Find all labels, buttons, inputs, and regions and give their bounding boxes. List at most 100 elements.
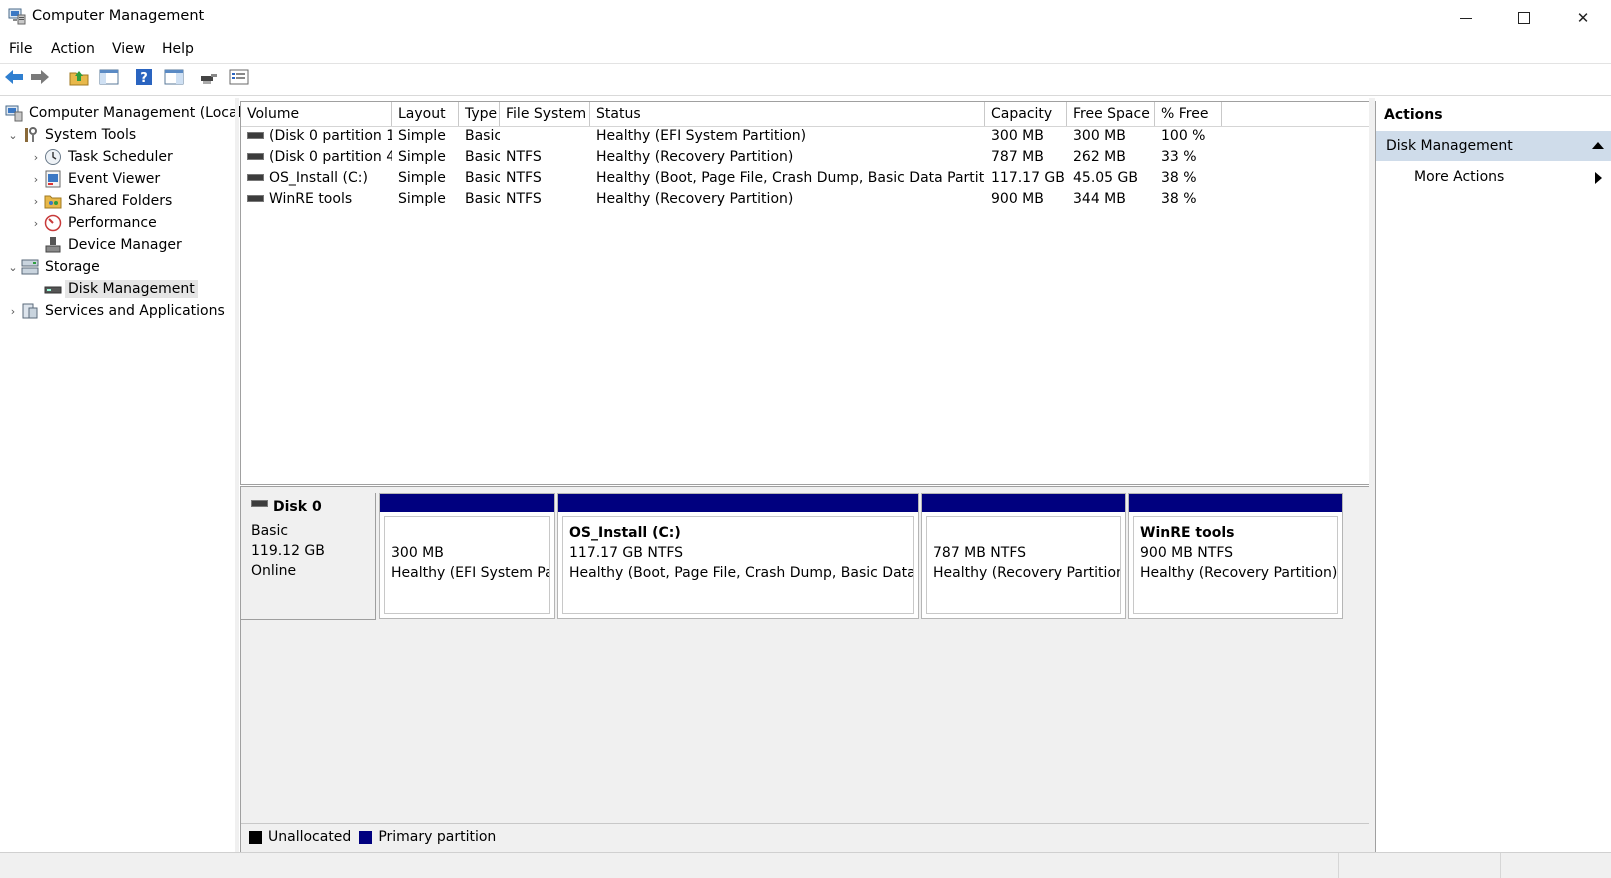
help-button[interactable]: ? (133, 68, 155, 90)
layout-cell: Simple (398, 170, 446, 186)
file-system-cell: NTFS (506, 149, 542, 165)
type-cell: Basic (465, 128, 500, 144)
column-header-percent-free[interactable]: % Free (1155, 102, 1222, 126)
device-manager-icon (43, 236, 63, 254)
pane-splitter[interactable] (235, 98, 239, 852)
menu-view[interactable]: View (112, 41, 145, 57)
tree-item-disk-management[interactable]: Disk Management (29, 278, 198, 300)
partition-recovery[interactable]: 787 MB NTFS Healthy (Recovery Partition) (921, 493, 1126, 619)
show-hide-action-pane-button[interactable] (163, 68, 185, 90)
layout-cell: Simple (398, 149, 446, 165)
volume-name: WinRE tools (269, 191, 353, 207)
tree-item-storage[interactable]: ⌄ Storage (6, 256, 100, 278)
disk-info-panel[interactable]: Disk 0 Basic 119.12 GB Online (241, 493, 376, 620)
tree-item-label: Disk Management (65, 280, 198, 298)
type-cell: Basic (465, 191, 500, 207)
maximize-icon (1518, 12, 1530, 24)
chevron-down-icon[interactable]: ⌄ (6, 261, 20, 274)
column-header-status[interactable]: Status (590, 102, 985, 126)
table-row[interactable]: OS_Install (C:) Simple Basic NTFS Health… (241, 168, 1370, 189)
back-arrow-icon (4, 69, 24, 89)
svg-text:?: ? (140, 71, 148, 86)
tree-item-computer-management[interactable]: Computer Management (Local) (4, 102, 247, 124)
volume-icon (247, 152, 264, 160)
status-cell: Healthy (Recovery Partition) (596, 191, 794, 207)
actions-section-disk-management[interactable]: Disk Management (1376, 131, 1611, 161)
table-row[interactable]: WinRE tools Simple Basic NTFS Healthy (R… (241, 189, 1370, 210)
tree-item-device-manager[interactable]: Device Manager (29, 234, 182, 256)
connect-button[interactable] (198, 68, 220, 90)
primary-partition-bar (558, 494, 918, 512)
column-header-file-system[interactable]: File System (500, 102, 590, 126)
tree-item-performance[interactable]: › Performance (29, 212, 157, 234)
free-space-cell: 45.05 GB (1073, 170, 1138, 186)
partition-winre-tools[interactable]: WinRE tools 900 MB NTFS Healthy (Recover… (1128, 493, 1343, 619)
file-system-cell (500, 126, 590, 147)
unallocated-swatch (249, 830, 262, 844)
column-header-capacity[interactable]: Capacity (985, 102, 1067, 126)
tree-item-label: Performance (68, 215, 157, 231)
status-cell: Healthy (Recovery Partition) (596, 149, 794, 165)
chevron-right-icon[interactable]: › (6, 305, 20, 318)
performance-icon (43, 214, 63, 232)
forward-button[interactable] (29, 68, 51, 90)
back-button[interactable] (3, 68, 25, 90)
tree-item-label: Storage (45, 259, 100, 275)
status-bar (0, 852, 1611, 878)
partition-size: 900 MB NTFS (1140, 545, 1234, 561)
chevron-right-icon[interactable]: › (29, 173, 43, 186)
column-header-layout[interactable]: Layout (392, 102, 459, 126)
tree-item-task-scheduler[interactable]: › Task Scheduler (29, 146, 173, 168)
volume-icon (247, 173, 264, 181)
chevron-right-icon[interactable]: › (29, 217, 43, 230)
column-header-free-space[interactable]: Free Space (1067, 102, 1155, 126)
primary-partition-bar (922, 494, 1125, 512)
maximize-button[interactable] (1496, 0, 1552, 36)
partition-status: Healthy (Boot, Page File, Crash Dump, Ba… (569, 565, 914, 581)
tree-item-services-and-applications[interactable]: › Services and Applications (6, 300, 225, 322)
show-hide-console-tree-button[interactable] (98, 68, 120, 90)
computer-management-icon (4, 104, 24, 122)
tree-item-event-viewer[interactable]: › Event Viewer (29, 168, 160, 190)
partition-status: Healthy (EFI System Part (391, 565, 550, 581)
properties-button[interactable] (228, 68, 250, 90)
collapse-up-icon[interactable] (1592, 142, 1604, 149)
menu-file[interactable]: File (9, 41, 32, 57)
column-header-type[interactable]: Type (459, 102, 500, 126)
tree-item-system-tools[interactable]: ⌄ System Tools (6, 124, 136, 146)
more-actions-item[interactable]: More Actions (1414, 169, 1504, 185)
menu-help[interactable]: Help (162, 41, 194, 57)
table-row[interactable]: (Disk 0 partition 1) Simple Basic Health… (241, 126, 1370, 147)
table-row[interactable]: (Disk 0 partition 4) Simple Basic NTFS H… (241, 147, 1370, 168)
window-title: Computer Management (32, 8, 205, 24)
partition-os-install[interactable]: OS_Install (C:) 117.17 GB NTFS Healthy (… (557, 493, 919, 619)
layout-cell: Simple (398, 191, 446, 207)
column-header-volume[interactable]: Volume (241, 102, 392, 126)
partition-name: OS_Install (C:) (569, 525, 681, 541)
forward-arrow-icon (30, 69, 50, 89)
tree-item-shared-folders[interactable]: › Shared Folders (29, 190, 173, 212)
primary-partition-swatch (359, 830, 373, 844)
menu-bar: File Action View Help (0, 38, 1611, 62)
console-tree-icon (99, 68, 119, 90)
tree-item-label: Services and Applications (45, 303, 225, 319)
chevron-down-icon[interactable]: ⌄ (6, 129, 20, 142)
partition-efi[interactable]: 300 MB Healthy (EFI System Part (379, 493, 555, 619)
menu-action[interactable]: Action (51, 41, 95, 57)
close-button[interactable]: ✕ (1555, 0, 1611, 36)
submenu-arrow-icon[interactable] (1595, 172, 1602, 184)
volume-icon (247, 194, 264, 202)
connect-icon (199, 68, 219, 90)
minimize-button[interactable] (1438, 0, 1494, 36)
action-pane-icon (164, 68, 184, 90)
percent-free-cell: 38 % (1161, 191, 1197, 207)
status-cell: Healthy (Boot, Page File, Crash Dump, Ba… (596, 170, 985, 186)
chevron-right-icon[interactable]: › (29, 151, 43, 164)
services-icon (20, 302, 40, 320)
up-one-level-button[interactable] (68, 68, 90, 90)
shared-folder-icon (43, 192, 63, 210)
chevron-right-icon[interactable]: › (29, 195, 43, 208)
actions-title: Actions (1384, 107, 1443, 123)
capacity-cell: 787 MB (991, 149, 1044, 165)
toolbar-divider (0, 95, 1611, 96)
